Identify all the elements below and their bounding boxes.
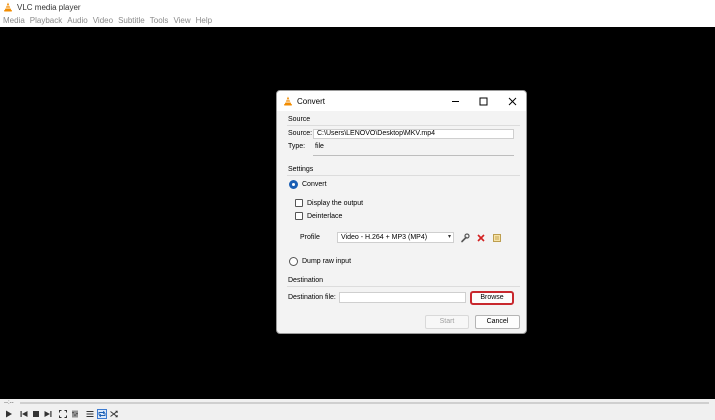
window-title: VLC media player: [17, 2, 81, 12]
maximize-icon: [479, 97, 487, 105]
source-divider: [287, 125, 520, 126]
profile-label: Profile: [300, 234, 320, 241]
destination-file-input[interactable]: [339, 292, 466, 303]
loop-icon: [98, 410, 106, 417]
settings-section-label: Settings: [288, 166, 314, 173]
deinterlace-checkbox[interactable]: [295, 212, 303, 220]
destination-file-label: Destination file:: [288, 294, 336, 301]
menu-subtitle[interactable]: Subtitle: [118, 16, 145, 25]
convert-radio-label[interactable]: Convert: [302, 181, 327, 188]
stop-icon: [33, 410, 39, 417]
seek-bar-row: --:--: [0, 399, 715, 407]
dialog-titlebar: Convert: [277, 91, 526, 111]
deinterlace-label[interactable]: Deinterlace: [307, 213, 342, 220]
wrench-icon: [460, 232, 470, 242]
elapsed-time: --:--: [4, 400, 14, 406]
menu-bar: Media Playback Audio Video Subtitle Tool…: [0, 14, 715, 27]
play-button[interactable]: [4, 409, 14, 419]
menu-audio[interactable]: Audio: [67, 16, 87, 25]
source-section-label: Source: [288, 116, 311, 123]
delete-x-icon: [476, 233, 485, 242]
browse-button[interactable]: Browse: [470, 291, 514, 305]
fullscreen-button[interactable]: [58, 409, 68, 419]
dialog-title: Convert: [297, 96, 326, 106]
playlist-icon: [86, 410, 94, 417]
minimize-icon: [451, 100, 459, 102]
next-button[interactable]: [43, 409, 53, 419]
cancel-button[interactable]: Cancel: [475, 315, 520, 329]
menu-playback[interactable]: Playback: [30, 16, 62, 25]
previous-icon: [20, 410, 28, 417]
destination-divider: [287, 286, 520, 287]
shuffle-button[interactable]: [109, 409, 119, 419]
loop-button[interactable]: [97, 408, 107, 419]
control-bar: [0, 407, 715, 420]
type-value: file: [315, 143, 324, 150]
close-button[interactable]: [506, 95, 518, 107]
new-profile-icon: [492, 233, 501, 242]
source-label: Source:: [288, 130, 313, 137]
maximize-button[interactable]: [477, 95, 489, 107]
extended-settings-button[interactable]: [70, 409, 80, 419]
play-icon: [6, 410, 12, 417]
convert-radio[interactable]: [289, 180, 298, 189]
start-button[interactable]: Start: [425, 315, 469, 329]
profile-select-value: Video - H.264 + MP3 (MP4): [341, 234, 428, 241]
settings-divider: [287, 175, 520, 176]
convert-dialog: Convert Source Source: C:\Users\LENOVO\D…: [276, 90, 527, 334]
fullscreen-icon: [59, 409, 67, 418]
dump-raw-radio[interactable]: [289, 257, 298, 266]
dump-raw-label[interactable]: Dump raw input: [302, 258, 351, 265]
menu-tools[interactable]: Tools: [150, 16, 169, 25]
type-underline: [313, 155, 514, 156]
profile-select[interactable]: Video - H.264 + MP3 (MP4) ▾: [337, 232, 454, 243]
menu-view[interactable]: View: [173, 16, 190, 25]
chevron-down-icon: ▾: [447, 234, 451, 240]
menu-help[interactable]: Help: [196, 16, 212, 25]
next-icon: [44, 410, 52, 417]
extended-settings-icon: [72, 410, 78, 417]
previous-button[interactable]: [19, 409, 29, 419]
display-output-label[interactable]: Display the output: [307, 200, 363, 207]
edit-profile-button[interactable]: [458, 231, 471, 244]
destination-section-label: Destination: [288, 277, 324, 284]
menu-video[interactable]: Video: [93, 16, 113, 25]
new-profile-button[interactable]: [490, 231, 503, 244]
close-icon: [508, 97, 516, 105]
vlc-cone-icon: [284, 96, 292, 106]
seek-slider[interactable]: [20, 402, 709, 404]
menu-media[interactable]: Media: [3, 16, 25, 25]
delete-profile-button[interactable]: [474, 231, 487, 244]
minimize-button[interactable]: [449, 95, 461, 107]
stop-button[interactable]: [31, 409, 41, 419]
shuffle-icon: [110, 410, 118, 417]
source-path-field[interactable]: C:\Users\LENOVO\Desktop\MKV.mp4: [313, 129, 514, 139]
display-output-checkbox[interactable]: [295, 199, 303, 207]
type-label: Type:: [288, 143, 306, 150]
playlist-button[interactable]: [85, 409, 95, 419]
window-titlebar: VLC media player: [0, 0, 715, 14]
vlc-cone-icon: [4, 2, 12, 12]
